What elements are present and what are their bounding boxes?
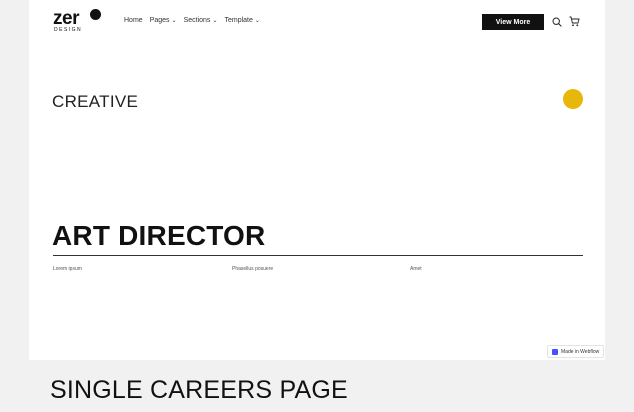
- nav-item-home[interactable]: Home: [124, 17, 143, 24]
- meta-col-3: Amet: [410, 266, 422, 272]
- logo-subtitle: DESIGN: [54, 27, 83, 33]
- accent-dot: [563, 89, 583, 109]
- nav-item-label: Pages: [149, 17, 170, 24]
- title-divider: [53, 255, 583, 256]
- nav-item-sections[interactable]: Sections ⌄: [184, 17, 218, 24]
- nav-item-pages[interactable]: Pages ⌄: [150, 17, 177, 24]
- hero-eyebrow: CREATIVE: [52, 92, 139, 111]
- page-caption: SINGLE CAREERS PAGE: [50, 376, 348, 404]
- chevron-down-icon: ⌄: [254, 18, 260, 24]
- meta-col-1: Lorem ipsum: [53, 266, 82, 272]
- cart-icon[interactable]: [569, 16, 580, 27]
- page-preview-card: zer DESIGN Home Pages ⌄ Sections ⌄ Templ…: [29, 0, 605, 360]
- nav-menu: Home Pages ⌄ Sections ⌄ Template ⌄: [124, 17, 260, 24]
- job-title: ART DIRECTOR: [52, 220, 266, 251]
- chevron-down-icon: ⌄: [212, 18, 218, 24]
- brand-logo[interactable]: zer DESIGN: [53, 9, 105, 35]
- top-navigation: zer DESIGN Home Pages ⌄ Sections ⌄ Templ…: [29, 0, 605, 44]
- badge-label: Made in Webflow: [561, 348, 600, 355]
- logo-dot-icon: [90, 9, 101, 20]
- webflow-icon: [552, 348, 558, 355]
- nav-item-label: Home: [124, 17, 143, 24]
- chevron-down-icon: ⌄: [171, 18, 177, 24]
- nav-item-label: Sections: [183, 17, 211, 24]
- made-in-webflow-badge[interactable]: Made in Webflow: [547, 345, 605, 358]
- search-icon[interactable]: [552, 17, 562, 27]
- logo-wordmark: zer: [53, 8, 79, 29]
- view-more-button[interactable]: View More: [482, 14, 544, 30]
- nav-item-template[interactable]: Template ⌄: [224, 17, 259, 24]
- nav-item-label: Template: [224, 17, 253, 24]
- meta-col-2: Phasellus posuere: [232, 266, 274, 272]
